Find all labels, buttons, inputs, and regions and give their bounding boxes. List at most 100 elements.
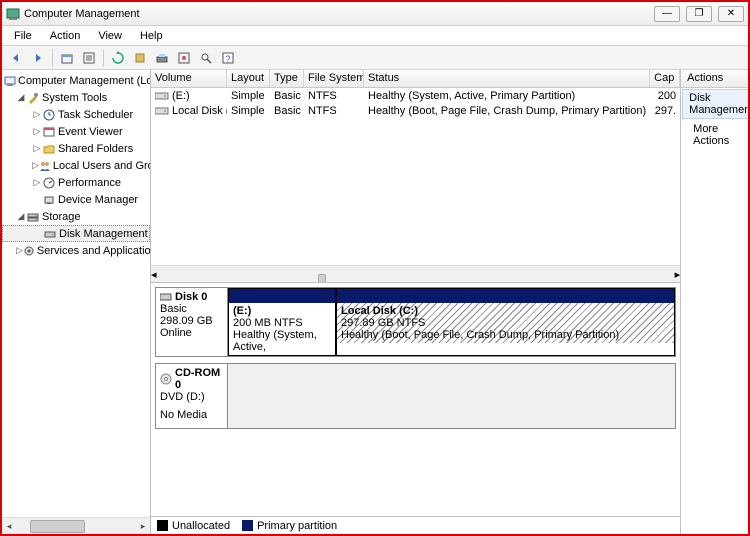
expand-icon[interactable]: ▷ [32,160,39,171]
partition[interactable]: Local Disk (C:) 297.89 GB NTFS Healthy (… [336,288,675,356]
menu-help[interactable]: Help [132,28,171,44]
vol-cap: 200 [650,90,680,102]
tree-root[interactable]: Computer Management (Local [2,72,150,89]
clock-icon [42,108,56,122]
volume-icon [155,106,169,116]
center-pane: Volume Layout Type File System Status Ca… [151,70,681,534]
actions-section[interactable]: Disk Management ▴ [682,89,748,119]
volume-hscroll[interactable]: ◂ ▸ [151,265,680,282]
tree-label: Disk Management [59,228,148,240]
scroll-right-icon[interactable]: ▸ [675,268,681,281]
vol-fs: NTFS [304,105,364,117]
disk-name: Disk 0 [175,291,207,303]
tool-button-3[interactable] [174,48,194,68]
tree-system-tools[interactable]: ◢ System Tools [2,89,150,106]
scroll-left-icon[interactable]: ◂ [2,521,16,532]
disk-icon [160,292,172,302]
tree-disk-management[interactable]: Disk Management [2,225,150,242]
legend: Unallocated Primary partition [151,516,680,534]
disk-state: No Media [160,409,223,421]
col-type[interactable]: Type [270,70,304,87]
disk-state: Online [160,327,223,339]
app-icon [6,7,20,21]
tree-services-apps[interactable]: ▷ Services and Applications [2,242,150,259]
tree-label: Local Users and Groups [53,160,150,172]
col-fs[interactable]: File System [304,70,364,87]
tool-button-4[interactable] [196,48,216,68]
performance-icon [42,176,56,190]
volume-list-header: Volume Layout Type File System Status Ca… [151,70,680,88]
expand-icon[interactable]: ▷ [32,177,42,188]
disk-info: Disk 0 Basic 298.09 GB Online [156,288,228,356]
window-title: Computer Management [24,8,654,20]
tool-button-2[interactable] [152,48,172,68]
col-volume[interactable]: Volume [151,70,227,87]
menubar: File Action View Help [2,26,748,46]
help-button[interactable]: ? [218,48,238,68]
menu-action[interactable]: Action [42,28,89,44]
tree[interactable]: Computer Management (Local ◢ System Tool… [2,70,150,517]
col-layout[interactable]: Layout [227,70,270,87]
tool-button-1[interactable] [130,48,150,68]
expand-icon[interactable]: ▷ [16,245,23,256]
scroll-left-icon[interactable]: ◂ [151,268,157,281]
expand-icon[interactable]: ▷ [32,109,42,120]
forward-button[interactable] [28,48,48,68]
event-icon [42,125,56,139]
disk-row[interactable]: CD-ROM 0 DVD (D:) No Media [155,363,676,429]
partition-status: Healthy (Boot, Page File, Crash Dump, Pr… [341,329,670,341]
vol-type: Basic [270,90,304,102]
tree-label: Performance [58,177,121,189]
tree-local-users[interactable]: ▷ Local Users and Groups [2,157,150,174]
collapse-icon[interactable]: ◢ [16,211,26,222]
expand-icon[interactable]: ▷ [32,143,42,154]
tree-label: Shared Folders [58,143,133,155]
volume-list: Volume Layout Type File System Status Ca… [151,70,680,282]
refresh-button[interactable] [108,48,128,68]
computer-icon [4,74,16,88]
tree-hscroll[interactable]: ◂ ▸ [2,517,150,534]
menu-view[interactable]: View [90,28,130,44]
actions-more[interactable]: More Actions ▸ [681,120,748,150]
close-button[interactable]: ✕ [718,6,744,22]
back-button[interactable] [6,48,26,68]
maximize-button[interactable]: ❐ [686,6,712,22]
toolbar: ? [2,46,748,70]
tree-performance[interactable]: ▷ Performance [2,174,150,191]
tree-pane: Computer Management (Local ◢ System Tool… [2,70,151,534]
device-icon [42,193,56,207]
partition[interactable]: (E:) 200 MB NTFS Healthy (System, Active… [228,288,336,356]
col-status[interactable]: Status [364,70,650,87]
tree-label: Device Manager [58,194,138,206]
vol-fs: NTFS [304,90,364,102]
actions-more-label: More Actions [693,123,748,147]
tree-device-manager[interactable]: Device Manager [2,191,150,208]
partition-size: 297.89 GB NTFS [341,317,670,329]
tree-label: System Tools [42,92,107,104]
disk-type: DVD (D:) [160,391,223,403]
tree-shared-folders[interactable]: ▷ Shared Folders [2,140,150,157]
expand-icon[interactable]: ▷ [32,126,42,137]
tree-event-viewer[interactable]: ▷Event Viewer [2,123,150,140]
volume-rows[interactable]: (E:) Simple Basic NTFS Healthy (System, … [151,88,680,265]
scroll-right-icon[interactable]: ▸ [136,521,150,532]
tree-label: Task Scheduler [58,109,133,121]
menu-file[interactable]: File [6,28,40,44]
tree-task-scheduler[interactable]: ▷ Task Scheduler [2,106,150,123]
volume-row[interactable]: Local Disk (C:) Simple Basic NTFS Health… [151,103,680,118]
properties-button[interactable] [79,48,99,68]
col-cap[interactable]: Cap [650,70,680,87]
collapse-icon[interactable]: ◢ [16,92,26,103]
legend-swatch-unallocated [157,520,168,531]
legend-label: Primary partition [257,520,337,532]
tree-storage[interactable]: ◢ Storage [2,208,150,225]
minimize-button[interactable]: — [654,6,680,22]
partition-status: Healthy (System, Active, [233,329,331,353]
disk-row[interactable]: Disk 0 Basic 298.09 GB Online (E:) 200 M… [155,287,676,357]
vol-layout: Simple [227,90,270,102]
actions-pane: Actions Disk Management ▴ More Actions ▸ [681,70,748,534]
volume-row[interactable]: (E:) Simple Basic NTFS Healthy (System, … [151,88,680,103]
titlebar: Computer Management — ❐ ✕ [2,2,748,26]
folder-share-icon [42,142,56,156]
up-button[interactable] [57,48,77,68]
